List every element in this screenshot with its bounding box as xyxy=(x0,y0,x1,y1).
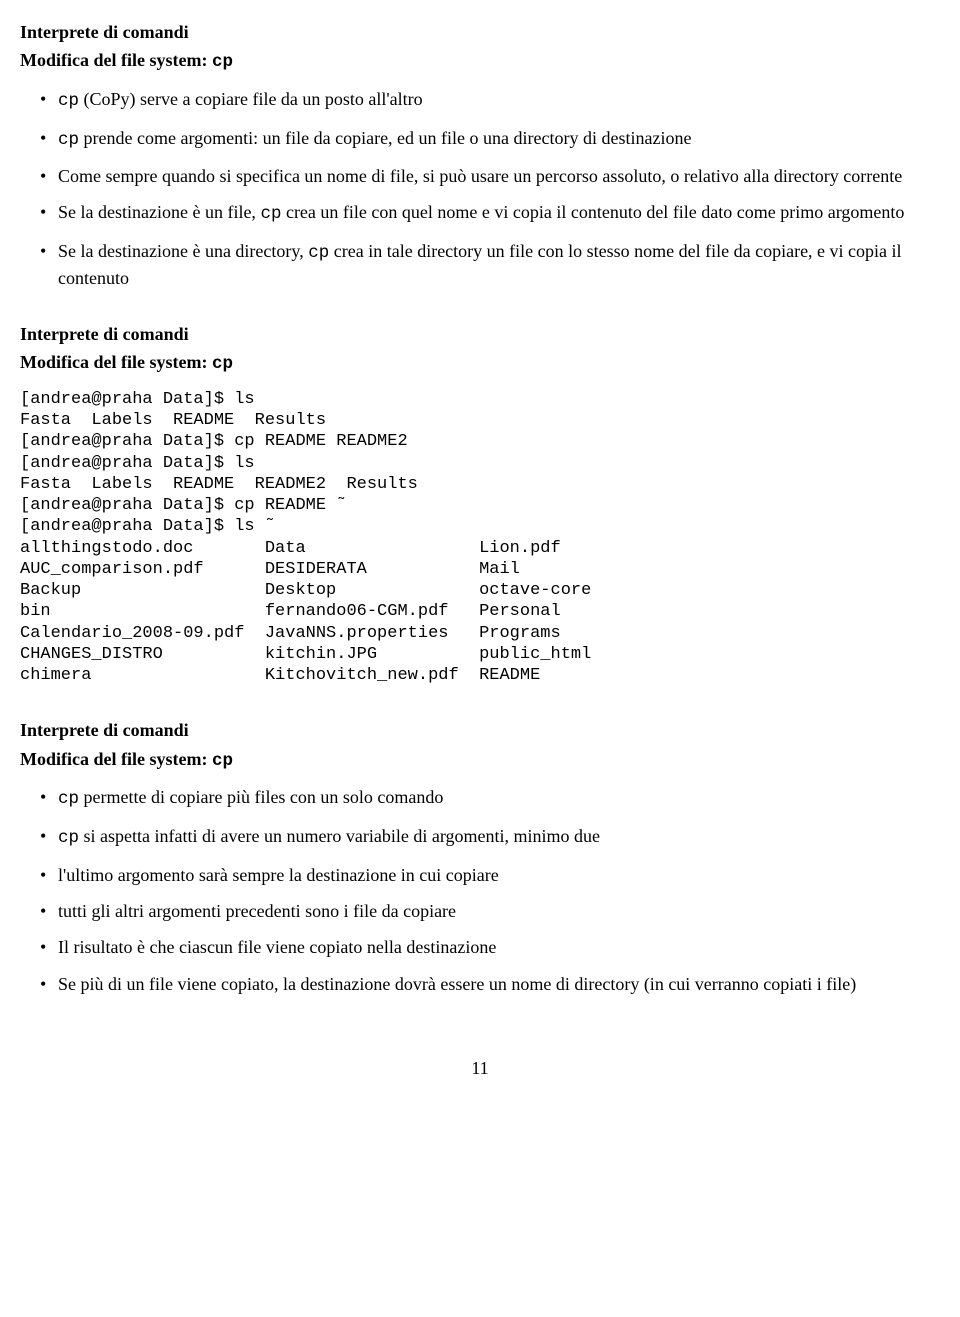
section-3-list: cp permette di copiare più files con un … xyxy=(20,785,940,995)
list-text: Se più di un file viene copiato, la dest… xyxy=(58,974,856,994)
list-text: l'ultimo argomento sarà sempre la destin… xyxy=(58,865,499,885)
inline-cmd: cp xyxy=(58,91,79,111)
section-1-subtitle-prefix: Modifica del file system: xyxy=(20,50,212,70)
section-2: Interprete di comandi Modifica del file … xyxy=(20,322,940,686)
inline-cmd: cp xyxy=(58,130,79,150)
list-text: prende come argomenti: un file da copiar… xyxy=(79,128,691,148)
section-1-list: cp (CoPy) serve a copiare file da un pos… xyxy=(20,87,940,290)
list-text: crea un file con quel nome e vi copia il… xyxy=(281,202,904,222)
list-item: cp si aspetta infatti di avere un numero… xyxy=(58,824,940,851)
list-item: Se la destinazione è un file, cp crea un… xyxy=(58,200,940,227)
list-text: Come sempre quando si specifica un nome … xyxy=(58,166,902,186)
list-item: cp permette di copiare più files con un … xyxy=(58,785,940,812)
terminal-output: [andrea@praha Data]$ ls Fasta Labels REA… xyxy=(20,389,940,687)
inline-cmd: cp xyxy=(308,243,329,263)
list-text: permette di copiare più files con un sol… xyxy=(79,787,443,807)
inline-cmd: cp xyxy=(260,204,281,224)
page-number: 11 xyxy=(20,1056,940,1080)
section-3-subtitle: Modifica del file system: cp xyxy=(20,747,940,774)
section-3-subtitle-prefix: Modifica del file system: xyxy=(20,749,212,769)
inline-cmd: cp xyxy=(58,828,79,848)
section-1: Interprete di comandi Modifica del file … xyxy=(20,20,940,290)
list-item: cp prende come argomenti: un file da cop… xyxy=(58,126,940,153)
list-item: Il risultato è che ciascun file viene co… xyxy=(58,935,940,959)
section-2-title: Interprete di comandi xyxy=(20,322,940,346)
section-3-subtitle-cmd: cp xyxy=(212,751,233,771)
section-3-title: Interprete di comandi xyxy=(20,718,940,742)
section-2-subtitle-prefix: Modifica del file system: xyxy=(20,352,212,372)
list-text: Il risultato è che ciascun file viene co… xyxy=(58,937,496,957)
list-item: cp (CoPy) serve a copiare file da un pos… xyxy=(58,87,940,114)
list-item: Se la destinazione è una directory, cp c… xyxy=(58,239,940,290)
list-item: l'ultimo argomento sarà sempre la destin… xyxy=(58,863,940,887)
list-text: Se la destinazione è una directory, xyxy=(58,241,308,261)
list-item: Come sempre quando si specifica un nome … xyxy=(58,164,940,188)
section-1-subtitle: Modifica del file system: cp xyxy=(20,48,940,75)
section-3: Interprete di comandi Modifica del file … xyxy=(20,718,940,995)
list-text: Se la destinazione è un file, xyxy=(58,202,260,222)
list-text: si aspetta infatti di avere un numero va… xyxy=(79,826,600,846)
list-item: tutti gli altri argomenti precedenti son… xyxy=(58,899,940,923)
section-1-title: Interprete di comandi xyxy=(20,20,940,44)
section-2-subtitle-cmd: cp xyxy=(212,354,233,374)
list-text: (CoPy) serve a copiare file da un posto … xyxy=(79,89,423,109)
section-1-subtitle-cmd: cp xyxy=(212,52,233,72)
section-2-subtitle: Modifica del file system: cp xyxy=(20,350,940,377)
list-text: tutti gli altri argomenti precedenti son… xyxy=(58,901,456,921)
list-item: Se più di un file viene copiato, la dest… xyxy=(58,972,940,996)
inline-cmd: cp xyxy=(58,789,79,809)
